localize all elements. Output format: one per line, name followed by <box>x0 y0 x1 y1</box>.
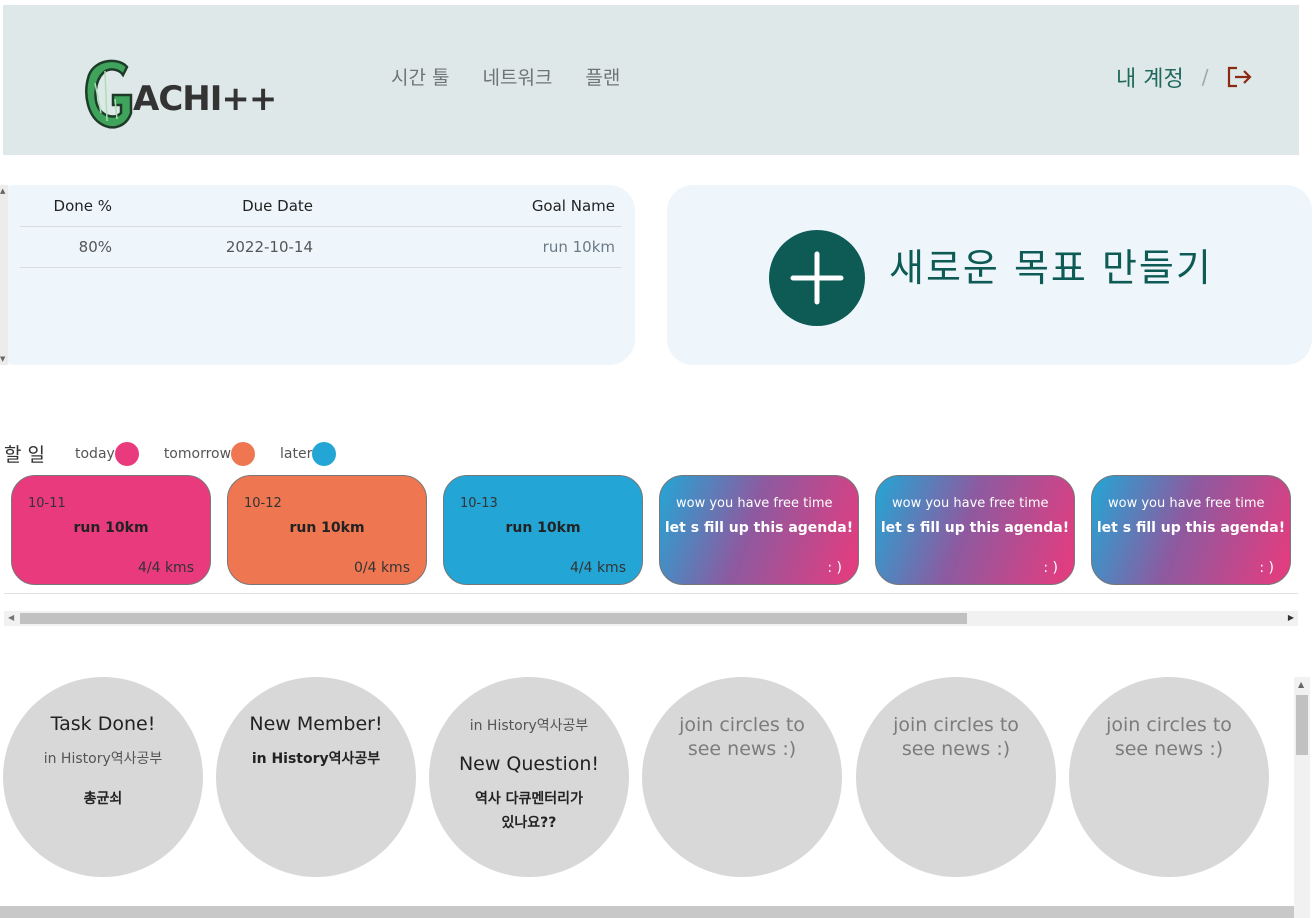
todo-card[interactable]: 10-12 run 10km 0/4 kms <box>227 475 427 585</box>
news-circle[interactable]: join circles to see news :) <box>642 677 842 877</box>
card-name: run 10km <box>505 520 581 536</box>
table-row[interactable]: 80% 2022-10-14 run 10km <box>20 226 622 268</box>
scrollbar-thumb[interactable] <box>1296 695 1308 755</box>
col-goal: Goal Name <box>313 185 622 227</box>
new-goal-button[interactable]: 새로운 목표 만들기 <box>667 185 1312 365</box>
cell-due: 2022-10-14 <box>112 226 313 268</box>
news-detail: 있나요?? <box>501 815 557 831</box>
scroll-right-icon[interactable]: ▶ <box>1288 613 1294 622</box>
news-circle[interactable]: Task Done! in History역사공부 총균쇠 <box>3 677 203 877</box>
scroll-left-icon[interactable]: ◀ <box>8 613 14 622</box>
card-free-text: wow you have free time <box>676 496 833 511</box>
news-join: see news :) <box>687 738 797 760</box>
news-title: New Question! <box>458 753 600 775</box>
legend-tomorrow: tomorrow <box>163 441 256 466</box>
card-smile: : ) <box>1259 560 1274 576</box>
col-done: Done % <box>20 185 112 227</box>
scroll-up-icon[interactable]: ▲ <box>1298 680 1304 689</box>
news-pre: in History역사공부 <box>469 718 589 734</box>
logo-text: ACHI++ <box>133 79 277 119</box>
bottom-scrollbar[interactable] <box>0 906 1294 918</box>
later-dot-icon <box>312 441 337 466</box>
card-free-text: wow you have free time <box>1108 496 1265 511</box>
separator: / <box>1201 65 1209 89</box>
scrollbar-thumb[interactable] <box>20 613 967 624</box>
news-title: Task Done! <box>50 713 156 735</box>
card-smile: : ) <box>1043 560 1058 576</box>
legend-today: today <box>75 441 139 466</box>
nav-network[interactable]: 네트워크 <box>482 63 552 90</box>
news-join: join circles to <box>679 714 805 736</box>
col-due: Due Date <box>112 185 313 227</box>
news-sub: in History역사공부 <box>43 751 163 767</box>
card-progress: 4/4 kms <box>569 560 626 576</box>
news-sub: in History역사공부 <box>251 751 381 767</box>
news-join: join circles to <box>893 714 1019 736</box>
my-account-link[interactable]: 내 계정 <box>1116 61 1184 93</box>
news-circle[interactable]: join circles to see news :) <box>1069 677 1269 877</box>
card-cta: let s fill up this agenda! <box>664 520 854 536</box>
card-date: 10-12 <box>244 496 282 511</box>
todo-card[interactable]: 10-11 run 10km 4/4 kms <box>11 475 211 585</box>
card-progress: 4/4 kms <box>137 560 194 576</box>
cell-done: 80% <box>20 226 112 268</box>
news-join: see news :) <box>1114 738 1224 760</box>
new-goal-label: 새로운 목표 만들기 <box>889 246 1213 290</box>
logo-g-icon <box>85 59 133 129</box>
card-smile: : ) <box>827 560 842 576</box>
account-area: 내 계정 / <box>1116 61 1254 93</box>
legend-later: later <box>280 441 337 466</box>
news-join: join circles to <box>1106 714 1232 736</box>
card-cta: let s fill up this agenda! <box>880 520 1070 536</box>
todo-header: 할 일 today tomorrow later <box>4 440 361 467</box>
card-progress: 0/4 kms <box>353 560 410 576</box>
card-date: 10-13 <box>460 496 498 511</box>
news-circle[interactable]: New Member! in History역사공부 <box>216 677 416 877</box>
free-time-card[interactable]: wow you have free time let s fill up thi… <box>875 475 1075 585</box>
scroll-up-icon[interactable]: ▲ <box>0 187 5 195</box>
page-scrollbar[interactable]: ▲ <box>1294 677 1310 918</box>
legend-label: tomorrow <box>163 445 232 462</box>
nav-plan[interactable]: 플랜 <box>585 63 620 90</box>
news-join: see news :) <box>901 738 1011 760</box>
todo-title: 할 일 <box>4 444 45 466</box>
nav-time-tools[interactable]: 시간 툴 <box>391 63 449 90</box>
plus-icon <box>769 230 865 326</box>
todo-card[interactable]: 10-13 run 10km 4/4 kms <box>443 475 643 585</box>
card-cta: let s fill up this agenda! <box>1096 520 1286 536</box>
cards-scrollbar[interactable]: ◀ ▶ <box>4 611 1298 626</box>
main-nav: 시간 툴 네트워크 플랜 <box>391 63 620 90</box>
card-date: 10-11 <box>28 496 66 511</box>
news-title: New Member! <box>249 713 383 735</box>
legend-label: today <box>75 445 115 462</box>
card-name: run 10km <box>73 520 149 536</box>
top-header: ACHI++ 시간 툴 네트워크 플랜 내 계정 / <box>3 5 1299 155</box>
card-name: run 10km <box>289 520 365 536</box>
news-circle[interactable]: in History역사공부 New Question! 역사 다큐멘터리가 있… <box>429 677 629 877</box>
legend-label: later <box>280 445 313 462</box>
divider <box>4 593 1298 594</box>
news-detail: 총균쇠 <box>83 791 123 807</box>
free-time-card[interactable]: wow you have free time let s fill up thi… <box>1091 475 1291 585</box>
news-circle[interactable]: join circles to see news :) <box>856 677 1056 877</box>
scroll-down-icon[interactable]: ▼ <box>0 355 5 363</box>
tomorrow-dot-icon <box>231 441 256 466</box>
goals-scrollbar[interactable]: ▲ ▼ <box>0 185 8 365</box>
card-free-text: wow you have free time <box>892 496 1049 511</box>
free-time-card[interactable]: wow you have free time let s fill up thi… <box>659 475 859 585</box>
goals-header-row: Done % Due Date Goal Name <box>20 185 622 227</box>
app-logo[interactable]: ACHI++ <box>81 53 281 137</box>
goals-table: Done % Due Date Goal Name 80% 2022-10-14… <box>20 185 622 268</box>
news-detail: 역사 다큐멘터리가 <box>475 791 583 807</box>
today-dot-icon <box>114 441 139 466</box>
cell-goal-name[interactable]: run 10km <box>543 238 615 256</box>
logout-icon[interactable] <box>1226 65 1254 89</box>
